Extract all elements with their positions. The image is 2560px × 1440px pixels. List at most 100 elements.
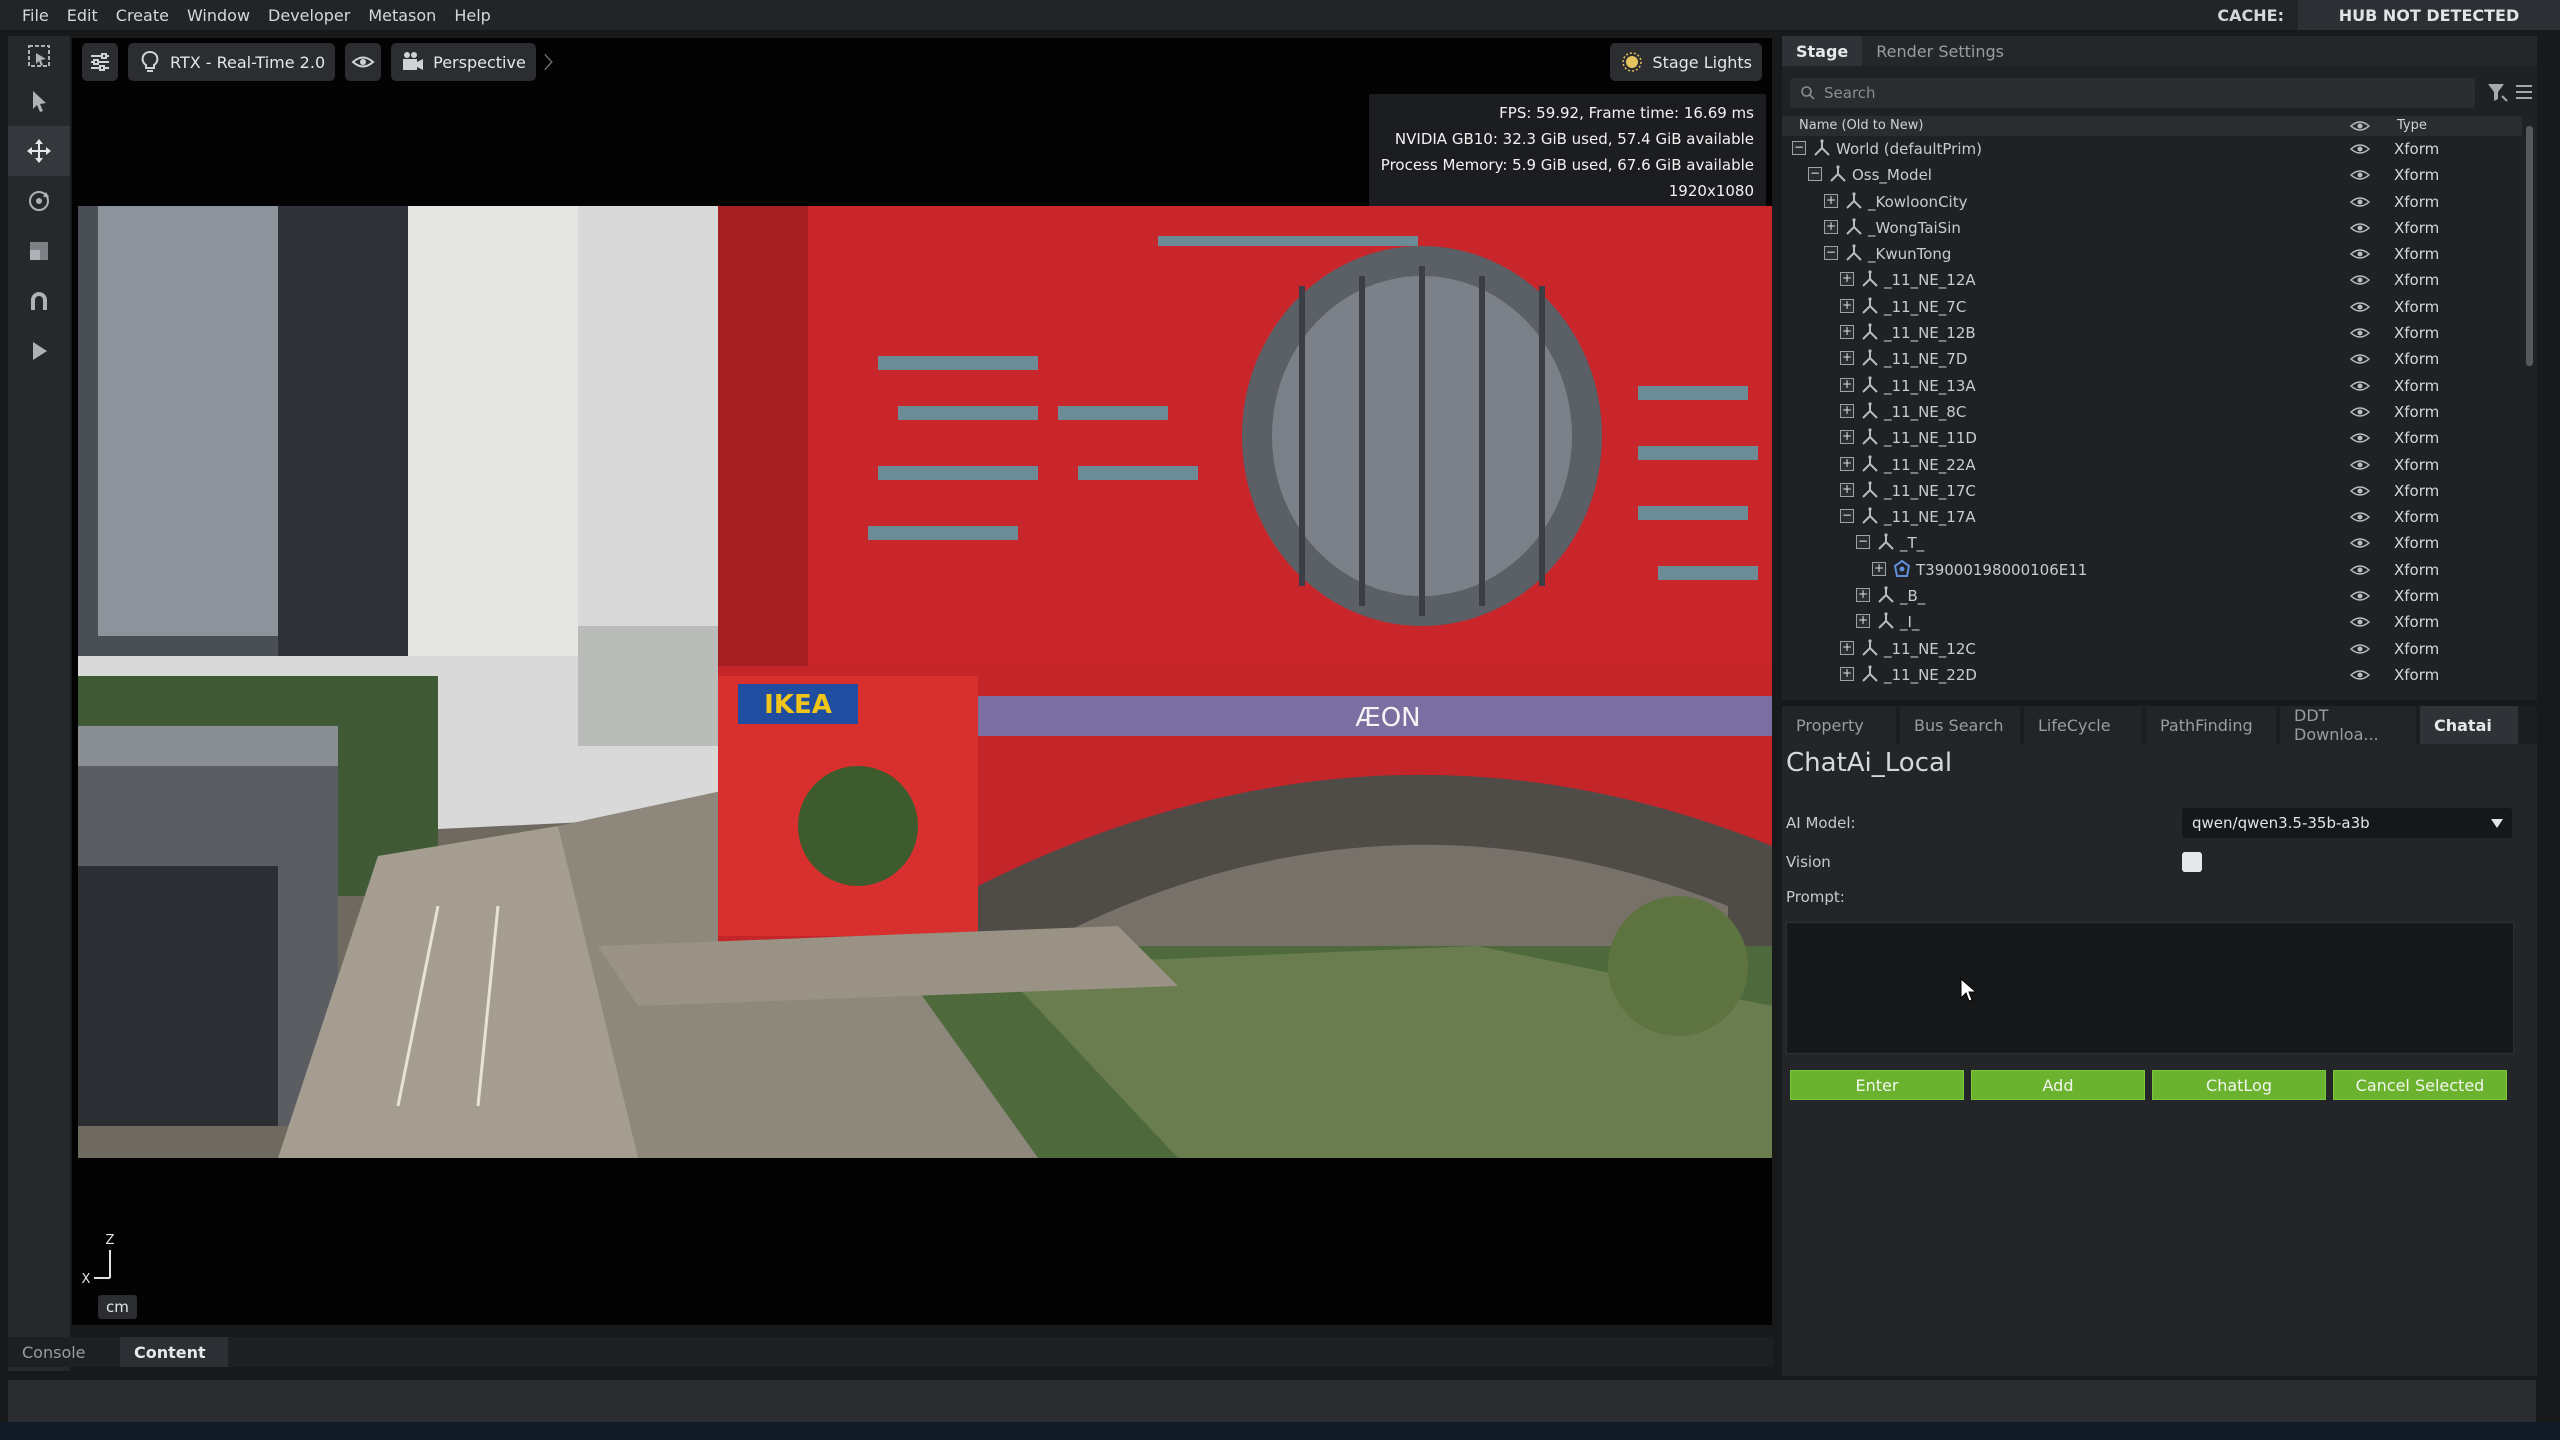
visibility-eye-icon[interactable] [2350,379,2370,393]
visibility-eye-icon[interactable] [2350,510,2370,524]
tree-row[interactable]: + _WongTaiSin Xform [1782,215,2522,241]
expand-icon[interactable]: + [1840,298,1854,313]
cancel-selected-button[interactable]: Cancel Selected [2333,1070,2507,1100]
tree-row[interactable]: + _11_NE_17C Xform [1782,478,2522,504]
hamburger-menu-icon[interactable] [2512,80,2536,104]
expand-icon[interactable]: + [1840,666,1854,681]
tab-stage[interactable]: Stage [1782,36,1863,66]
tree-row[interactable]: − _KwunTong Xform [1782,241,2522,267]
dropdown-arrow-icon[interactable] [2482,808,2512,838]
tab-property[interactable]: Property [1782,706,1896,744]
column-name-header[interactable]: Name (Old to New) [1799,118,1923,133]
visibility-eye-icon[interactable] [2350,168,2370,182]
viewport[interactable]: RTX - Real-Time 2.0 Perspective Stage Li… [72,38,1772,1325]
visibility-eye-icon[interactable] [2350,589,2370,603]
menu-create[interactable]: Create [107,6,178,25]
visibility-eye-icon[interactable] [2350,668,2370,682]
unit-badge[interactable]: cm [98,1295,137,1319]
select-mode-tool[interactable] [8,36,70,76]
tab-content[interactable]: Content [120,1337,228,1367]
viewport-settings-button[interactable] [82,43,118,81]
expand-icon[interactable]: + [1856,614,1870,629]
visibility-eye-icon[interactable] [2350,247,2370,261]
collapse-icon[interactable]: − [1840,509,1854,524]
move-tool[interactable] [8,126,70,176]
tree-row[interactable]: − World (defaultPrim) Xform [1782,136,2522,162]
visibility-eye-icon[interactable] [2350,563,2370,577]
expand-icon[interactable]: + [1840,377,1854,392]
expand-icon[interactable]: + [1872,561,1886,576]
stage-scrollbar[interactable] [2526,126,2533,366]
select-tool[interactable] [8,76,70,126]
visibility-eye-icon[interactable] [2350,300,2370,314]
stage-search-input[interactable]: Search [1790,78,2475,108]
tab-render-settings[interactable]: Render Settings [1862,36,2018,66]
tree-row[interactable]: + _11_NE_11D Xform [1782,425,2522,451]
snap-tool[interactable] [8,276,70,326]
hub-status-badge[interactable]: HUB NOT DETECTED [2298,0,2560,30]
tree-row[interactable]: + _B_ Xform [1782,583,2522,609]
tab-console[interactable]: Console [8,1337,120,1367]
expand-icon[interactable]: + [1840,272,1854,287]
expand-icon[interactable]: + [1840,351,1854,366]
menu-developer[interactable]: Developer [259,6,359,25]
tab-bus-search[interactable]: Bus Search [1900,706,2020,744]
collapse-icon[interactable]: − [1824,246,1838,261]
menu-window[interactable]: Window [178,6,259,25]
tree-row[interactable]: + _11_NE_7C Xform [1782,294,2522,320]
expand-icon[interactable]: + [1840,325,1854,340]
tree-row[interactable]: − _11_NE_17A Xform [1782,504,2522,530]
tab-ddt-download[interactable]: DDT Downloa... [2280,706,2416,744]
tree-row[interactable]: + _11_NE_8C Xform [1782,399,2522,425]
prompt-input[interactable] [1786,922,2514,1054]
stage-lights-button[interactable]: Stage Lights [1610,43,1762,81]
tab-pathfinding[interactable]: PathFinding [2146,706,2276,744]
tab-chatai[interactable]: Chatai [2420,706,2518,744]
tab-lifecycle[interactable]: LifeCycle [2024,706,2142,744]
expand-icon[interactable]: + [1840,482,1854,497]
tree-row[interactable]: + _11_NE_12B Xform [1782,320,2522,346]
tree-row[interactable]: + _I_ Xform [1782,609,2522,635]
visibility-eye-icon[interactable] [2350,195,2370,209]
collapse-icon[interactable]: − [1792,141,1806,155]
visibility-eye-icon[interactable] [2350,458,2370,472]
tree-row[interactable]: + _11_NE_13A Xform [1782,373,2522,399]
expand-icon[interactable]: + [1840,403,1854,418]
filter-icon[interactable] [2485,80,2509,104]
visibility-eye-icon[interactable] [2350,142,2370,156]
chatlog-button[interactable]: ChatLog [2152,1070,2326,1100]
tree-row[interactable]: + _11_NE_12C Xform [1782,636,2522,662]
rotate-tool[interactable] [8,176,70,226]
tree-row[interactable]: − _T_ Xform [1782,530,2522,556]
visibility-eye-icon[interactable] [2350,431,2370,445]
expand-icon[interactable]: + [1840,456,1854,471]
tree-row[interactable]: − Oss_Model Xform [1782,162,2522,188]
visibility-eye-icon[interactable] [2350,536,2370,550]
vision-checkbox[interactable] [2182,852,2202,872]
visibility-eye-icon[interactable] [2350,405,2370,419]
scale-tool[interactable] [8,226,70,276]
tree-row[interactable]: + _11_NE_22D Xform [1782,662,2522,688]
collapse-icon[interactable]: − [1808,167,1822,182]
tree-row[interactable]: + _KowloonCity Xform [1782,189,2522,215]
menu-file[interactable]: File [0,6,58,25]
visibility-eye-icon[interactable] [2350,221,2370,235]
tree-row[interactable]: + _11_NE_7D Xform [1782,346,2522,372]
collapse-icon[interactable]: − [1856,535,1870,550]
menu-help[interactable]: Help [445,6,499,25]
enter-button[interactable]: Enter [1790,1070,1964,1100]
add-button[interactable]: Add [1971,1070,2145,1100]
tree-row[interactable]: + _11_NE_12A Xform [1782,267,2522,293]
expand-icon[interactable]: + [1824,219,1838,234]
visibility-eye-icon[interactable] [2350,352,2370,366]
visibility-eye-icon[interactable] [2350,642,2370,656]
expand-icon[interactable]: + [1840,640,1854,655]
visibility-button[interactable] [345,43,382,81]
menu-metason[interactable]: Metason [359,6,445,25]
menu-edit[interactable]: Edit [58,6,107,25]
column-type-header[interactable]: Type [2397,118,2427,133]
tree-row[interactable]: + _11_NE_22A Xform [1782,452,2522,478]
expand-icon[interactable]: + [1856,588,1870,603]
visibility-eye-icon[interactable] [2350,484,2370,498]
play-tool[interactable] [8,326,70,376]
